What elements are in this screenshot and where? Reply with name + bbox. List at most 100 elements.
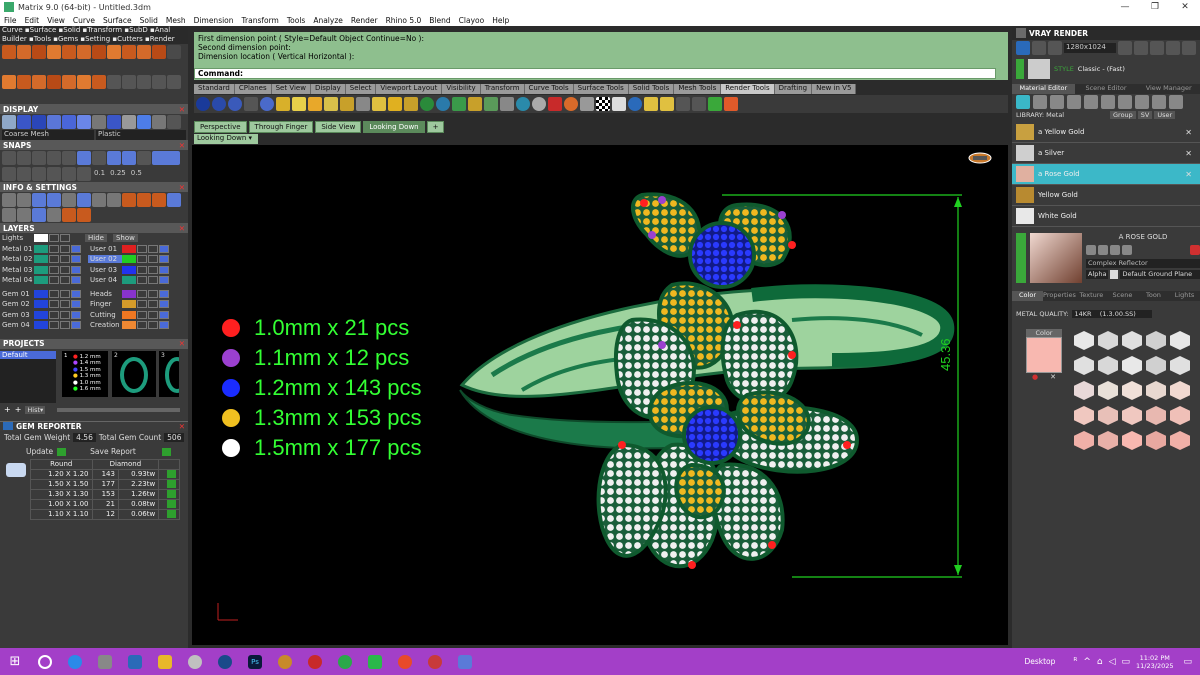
row-action-button[interactable]: [167, 500, 176, 508]
menu-tools[interactable]: Tools: [283, 16, 309, 25]
layer-row[interactable]: User 02: [88, 254, 170, 265]
mirror-icon[interactable]: [152, 74, 166, 89]
planar-icon[interactable]: [32, 167, 46, 181]
list-item[interactable]: a Yellow Gold ✕: [1012, 122, 1200, 143]
edge-icon[interactable]: [68, 654, 82, 669]
layer-row[interactable]: Gem 02: [0, 299, 82, 310]
shank-icon[interactable]: [32, 45, 46, 59]
layer-lock[interactable]: [49, 310, 59, 319]
metal-preset-icon[interactable]: [1122, 381, 1142, 400]
layer-visible[interactable]: [60, 276, 70, 285]
fill-light-icon[interactable]: [660, 97, 674, 111]
mail-icon[interactable]: [128, 654, 142, 669]
sky-icon[interactable]: [516, 97, 530, 111]
menu-file[interactable]: File: [0, 16, 21, 25]
tab-curve-tools[interactable]: Curve Tools: [524, 84, 574, 94]
mat-pick-icon[interactable]: [1169, 95, 1183, 109]
lights-manager-icon[interactable]: [388, 97, 402, 111]
layer-lock[interactable]: [137, 310, 147, 319]
options-icon[interactable]: [122, 193, 136, 207]
material-select[interactable]: Plastic: [96, 130, 186, 140]
layer-row[interactable]: Metal 01: [0, 244, 82, 255]
gem-display-icon[interactable]: [137, 115, 151, 129]
record-icon[interactable]: [724, 97, 738, 111]
play-icon[interactable]: [708, 97, 722, 111]
milgrain-icon[interactable]: [32, 74, 46, 89]
vray-stop-icon[interactable]: [1032, 41, 1046, 55]
tab-cplanes[interactable]: CPlanes: [234, 84, 272, 94]
material-icon[interactable]: [420, 97, 434, 111]
layer-color[interactable]: [34, 255, 48, 264]
sun-icon[interactable]: [356, 97, 370, 111]
metal-display-icon[interactable]: [122, 115, 136, 129]
earring-icon[interactable]: [152, 45, 166, 59]
head-icon[interactable]: [47, 45, 61, 59]
gem-on-curve-icon[interactable]: [107, 45, 121, 59]
list-item[interactable]: Yellow Gold: [1012, 185, 1200, 206]
mat-copy-icon[interactable]: [1098, 245, 1108, 255]
gem-reporter-close-icon[interactable]: ✕: [179, 422, 185, 431]
app-icon[interactable]: [188, 654, 202, 669]
projects-section-header[interactable]: PROJECTS ✕: [0, 338, 188, 349]
tab-looking-down[interactable]: Looking Down: [363, 121, 425, 133]
import-info-icon[interactable]: [77, 208, 91, 222]
app-icon[interactable]: [278, 654, 292, 669]
distance-icon[interactable]: [77, 193, 91, 207]
metal-preset-icon[interactable]: [1170, 431, 1190, 450]
toolbar-category-row[interactable]: Curve ▪Surface ▪Solid ▪Transform ▪SubD ▪…: [0, 26, 188, 35]
rotate-icon[interactable]: [122, 74, 136, 89]
command-input[interactable]: Command:: [194, 68, 996, 79]
material-expand-icon[interactable]: [1016, 233, 1026, 283]
display-section-header[interactable]: DISPLAY ✕: [0, 104, 188, 114]
gumball-icon[interactable]: [77, 167, 91, 181]
layer-lock[interactable]: [49, 265, 59, 274]
menu-help[interactable]: Help: [488, 16, 513, 25]
project-thumb-ring[interactable]: 2: [112, 350, 156, 397]
layer-lock[interactable]: [137, 289, 147, 298]
tab-mesh-tools[interactable]: Mesh Tools: [674, 84, 722, 94]
layer-visible[interactable]: [148, 244, 158, 253]
tab-view-manager[interactable]: View Manager: [1137, 84, 1200, 94]
tab-visibility[interactable]: Visibility: [442, 84, 481, 94]
row-action-button[interactable]: [167, 480, 176, 488]
layer-lock[interactable]: [137, 265, 147, 274]
layer-row[interactable]: Finger: [88, 299, 170, 310]
tab-solid-tools[interactable]: Solid Tools: [628, 84, 675, 94]
toolbar-category-row-2[interactable]: Builder ▪Tools ▪Gems ▪Setting ▪Cutters ▪…: [0, 35, 188, 44]
row-action-button[interactable]: [167, 490, 176, 498]
app-icon[interactable]: [218, 654, 232, 669]
metal-preset-icon[interactable]: [1098, 331, 1118, 350]
tab-viewport-layout[interactable]: Viewport Layout: [376, 84, 443, 94]
metal-preset-icon[interactable]: [1146, 331, 1166, 350]
photoshop-icon[interactable]: Ps: [248, 654, 262, 669]
layer-state-icon[interactable]: [152, 193, 166, 207]
metal-preset-icon[interactable]: [1170, 381, 1190, 400]
sv-button[interactable]: SV: [1137, 111, 1153, 119]
chat-icon[interactable]: ▭: [1122, 657, 1131, 667]
color-picker[interactable]: Color ● ✕: [1026, 329, 1062, 454]
snap-project-icon[interactable]: [152, 151, 180, 165]
tab-material-editor[interactable]: Material Editor: [1012, 84, 1075, 94]
people-icon[interactable]: ᴿ: [1073, 657, 1077, 667]
layer-color[interactable]: [122, 244, 136, 253]
pave-icon[interactable]: [92, 45, 106, 59]
layer-lock[interactable]: [137, 244, 147, 253]
layer-current[interactable]: [71, 289, 81, 298]
snap-mid-icon[interactable]: [47, 151, 61, 165]
menu-clayoo[interactable]: Clayoo: [455, 16, 489, 25]
export-info-icon[interactable]: [62, 208, 76, 222]
layer-color[interactable]: [34, 289, 48, 298]
backdrop-icon[interactable]: [532, 97, 546, 111]
mat-reset-icon[interactable]: [1122, 245, 1132, 255]
table-row[interactable]: 1.10 X 1.10 12 0.06tw: [30, 508, 180, 520]
vray-frame-icon[interactable]: [1134, 41, 1148, 55]
layer-lock[interactable]: [49, 255, 59, 264]
app-icon[interactable]: [338, 654, 352, 669]
add-viewport-tab[interactable]: +: [426, 121, 445, 133]
menu-edit[interactable]: Edit: [21, 16, 44, 25]
color-swatch[interactable]: [1026, 337, 1062, 373]
metal-preset-icon[interactable]: [1074, 406, 1094, 425]
layer-row[interactable]: Heads: [88, 289, 170, 300]
layer-lock[interactable]: [137, 321, 147, 330]
lock-ratio-icon[interactable]: [1118, 41, 1132, 55]
